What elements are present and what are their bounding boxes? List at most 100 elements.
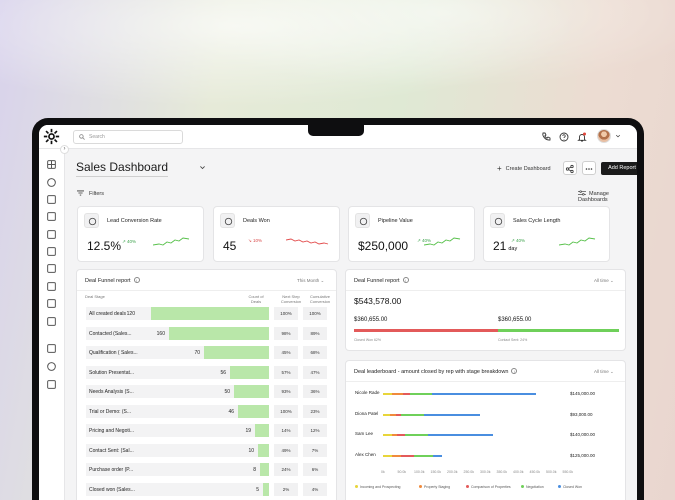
rep-amount: $93,000.00: [570, 411, 593, 417]
manage-dashboards-button[interactable]: Manage Dashboards: [578, 190, 637, 203]
table-row[interactable]: All created deals 120 100% 100%: [77, 307, 336, 320]
help-icon[interactable]: [559, 132, 569, 142]
kpi-unit: day: [508, 246, 518, 252]
stage-segment: [383, 454, 392, 457]
range-select[interactable]: All time ⌄: [594, 278, 614, 284]
page-title[interactable]: Sales Dashboard: [76, 160, 169, 177]
funnel-bar: [255, 424, 269, 437]
stage-segment: [431, 393, 536, 395]
stage-segment: [433, 454, 443, 457]
deal-count: 10: [248, 447, 254, 454]
stage-segment: [397, 434, 405, 436]
deal-count: 50: [224, 389, 230, 395]
sparkline: [559, 237, 596, 246]
kpi-delta: ↗ 40%: [122, 239, 137, 244]
filters-button[interactable]: Filters: [77, 190, 104, 197]
lost-bar: [354, 329, 498, 332]
info-icon[interactable]: i: [511, 368, 518, 374]
add-report-button[interactable]: Add Report: [601, 162, 637, 175]
calendar-icon[interactable]: [46, 246, 57, 257]
table-row[interactable]: Pricing and Negoti... 19 14% 12%: [77, 424, 336, 437]
axis-tick: 150.0k: [430, 470, 442, 474]
table-row[interactable]: Solution Presentat... 56 57% 47%: [77, 365, 336, 379]
help-icon[interactable]: [46, 361, 57, 372]
table-row[interactable]: Closed won (Sales... 5 2% 4%: [77, 482, 336, 496]
app-screen: Search › Sales Dashboard + Create Dashboa…: [39, 125, 637, 500]
legend-swatch: [419, 485, 422, 488]
chevron-down-icon[interactable]: [615, 133, 621, 139]
stage-label: Purchase order (P...: [89, 467, 134, 473]
stage-segment: [413, 454, 434, 457]
share-icon: [565, 164, 574, 174]
avatar[interactable]: [597, 129, 611, 143]
kpi-delta: ↗ 40%: [511, 238, 526, 243]
table-row[interactable]: Qualification ( Sales... 70 45% 68%: [77, 346, 336, 359]
app-logo-icon: [43, 128, 60, 145]
settings-icon[interactable]: [46, 343, 57, 354]
next-conversion-cell: 57%: [274, 365, 298, 379]
table-row[interactable]: Contact Sent: (Sal... 10 49% 7%: [77, 443, 336, 457]
laptop-bezel: Search › Sales Dashboard + Create Dashboa…: [32, 118, 644, 500]
grid-icon[interactable]: [46, 159, 57, 170]
stage-segment: [392, 393, 403, 395]
axis-tick: 100.0k: [414, 470, 425, 474]
range-select[interactable]: All time ⌄: [594, 369, 614, 375]
next-conversion-cell: 45%: [274, 346, 298, 359]
kpi-card[interactable]: Lead Conversion Rate 12.5% ↗ 40%: [77, 206, 204, 262]
notes-icon[interactable]: [46, 263, 57, 274]
range-select[interactable]: This Month ⌄: [297, 278, 324, 284]
chat-icon[interactable]: [46, 298, 57, 309]
stage-segment: [383, 393, 392, 395]
stage-label: Trial or Demo: (S...: [89, 408, 132, 415]
kpi-card[interactable]: Sales Cycle Length 21 day ↗ 40%: [483, 206, 610, 262]
kpi-label: Sales Cycle Length: [513, 218, 561, 224]
legend-swatch: [355, 485, 358, 488]
table-row[interactable]: Purchase order (P... 8 24% 6%: [77, 463, 336, 476]
rep-amount: $125,000.00: [570, 452, 596, 458]
won-value: $360,655.00: [498, 317, 532, 323]
briefcase-icon[interactable]: [46, 211, 57, 222]
filters-label: Filters: [89, 191, 104, 197]
kpi-delta: ↘ 10%: [248, 238, 263, 243]
cumulative-conversion-cell: 23%: [303, 404, 327, 418]
funnel-bar: [263, 482, 269, 496]
share-button[interactable]: [563, 161, 577, 175]
bell-icon[interactable]: [577, 132, 587, 142]
sparkline: [286, 238, 329, 245]
axis-tick: 200.0k: [447, 470, 458, 474]
panel-title: Deal Funnel report i: [354, 277, 409, 284]
kpi-label: Deals Won: [243, 218, 270, 224]
kpi-card[interactable]: Pipeline Value $250,000 ↗ 40%: [348, 206, 475, 262]
document-icon[interactable]: [46, 281, 57, 292]
create-dashboard-button[interactable]: + Create Dashboard: [497, 164, 551, 173]
stage-label: Contacted (Sales...: [89, 330, 132, 337]
phone-icon[interactable]: [541, 132, 551, 142]
more-button[interactable]: [582, 161, 596, 175]
info-icon[interactable]: i: [133, 277, 140, 283]
search-input[interactable]: Search: [73, 130, 183, 144]
info-icon[interactable]: i: [402, 277, 409, 283]
deal-count: 19: [245, 428, 251, 434]
axis-tick: 300.0k: [480, 470, 491, 474]
funnel-bar: [151, 307, 269, 320]
funnel-bar: [238, 404, 269, 418]
kpi-label: Pipeline Value: [378, 218, 413, 224]
table-row[interactable]: Contacted (Sales... 160 98% 89%: [77, 326, 336, 340]
dollar-icon: [359, 217, 368, 226]
list-icon[interactable]: [46, 229, 57, 240]
column-header: Cumulative Conversion: [309, 294, 331, 304]
inbox-icon[interactable]: [46, 194, 57, 205]
contacts-icon[interactable]: [46, 177, 57, 188]
deal-count: 70: [194, 350, 200, 356]
next-conversion-cell: 14%: [274, 424, 298, 437]
kpi-icon-box: [84, 213, 99, 228]
kpi-card[interactable]: Deals Won 45 ↘ 10%: [213, 206, 340, 262]
workflow-icon[interactable]: [46, 316, 57, 327]
deal-count: 5: [256, 486, 259, 493]
chevron-down-icon[interactable]: [199, 164, 206, 171]
table-row[interactable]: Trial or Demo: (S... 46 100% 23%: [77, 404, 336, 418]
deal-count: 120: [126, 311, 135, 317]
table-row[interactable]: Needs Analysis (S... 50 93% 36%: [77, 385, 336, 398]
integrations-icon[interactable]: [46, 379, 57, 390]
sidebar-collapse-button[interactable]: ›: [60, 145, 69, 154]
